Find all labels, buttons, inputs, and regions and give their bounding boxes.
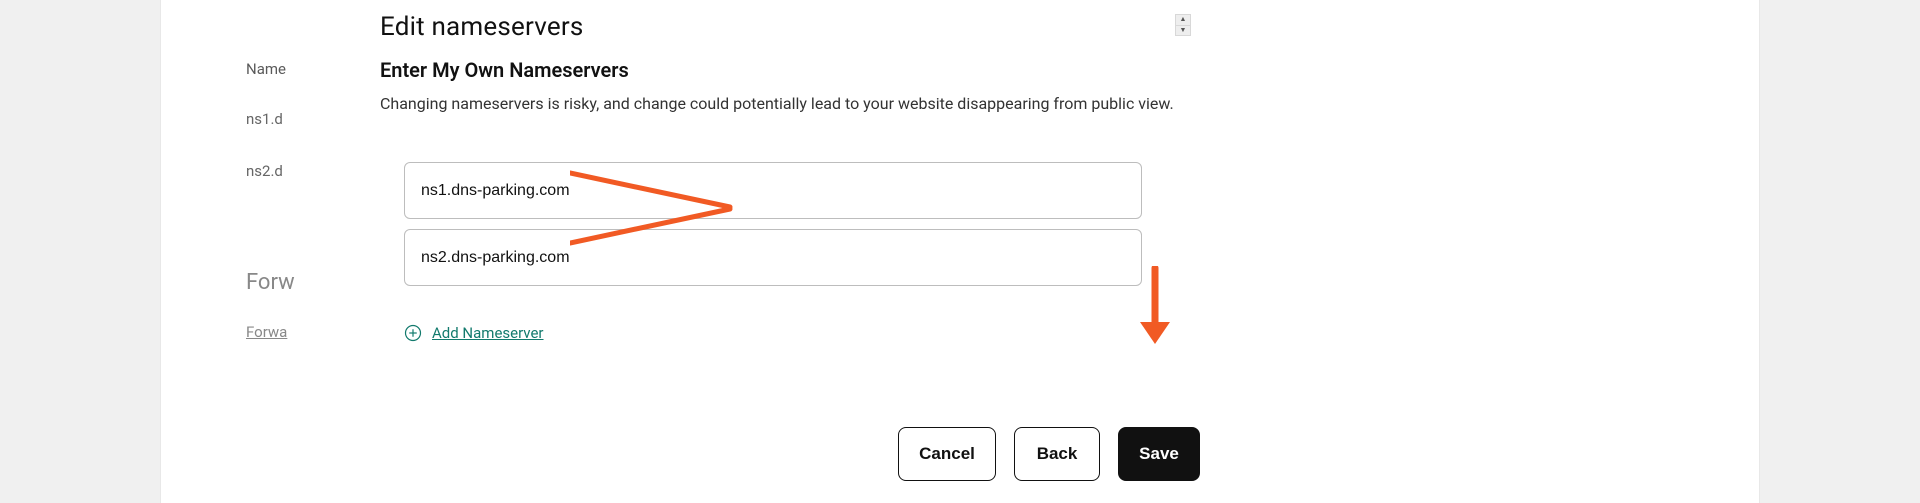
background-forwarding-link[interactable]: Forwa bbox=[246, 323, 295, 341]
back-button[interactable]: Back bbox=[1014, 427, 1100, 481]
save-button[interactable]: Save bbox=[1118, 427, 1200, 481]
spinner-down-icon[interactable]: ▼ bbox=[1176, 26, 1190, 36]
background-ns1: ns1.d bbox=[246, 110, 295, 128]
spinner-up-icon[interactable]: ▲ bbox=[1176, 15, 1190, 26]
nameserver-inputs bbox=[404, 162, 1142, 296]
spinner-control[interactable]: ▲ ▼ bbox=[1175, 14, 1191, 36]
background-content: Name ns1.d ns2.d Forw Forwa bbox=[246, 60, 295, 341]
nameserver-input-2[interactable] bbox=[404, 229, 1142, 286]
add-nameserver-button[interactable]: Add Nameserver bbox=[404, 324, 544, 342]
nameserver-input-1[interactable] bbox=[404, 162, 1142, 219]
plus-circle-icon bbox=[404, 324, 422, 342]
modal-footer: Cancel Back Save bbox=[898, 427, 1200, 481]
background-column-label: Name bbox=[246, 60, 295, 78]
edit-nameservers-modal: ▲ ▼ Edit nameservers Enter My Own Namese… bbox=[295, 0, 1285, 503]
modal-subtitle: Enter My Own Nameservers bbox=[380, 58, 1200, 82]
background-forwarding-title: Forw bbox=[246, 270, 295, 295]
add-nameserver-label: Add Nameserver bbox=[432, 324, 544, 342]
modal-warning-text: Changing nameservers is risky, and chang… bbox=[380, 92, 1200, 116]
cancel-button[interactable]: Cancel bbox=[898, 427, 996, 481]
background-ns2: ns2.d bbox=[246, 162, 295, 180]
modal-title: Edit nameservers bbox=[380, 12, 1200, 42]
